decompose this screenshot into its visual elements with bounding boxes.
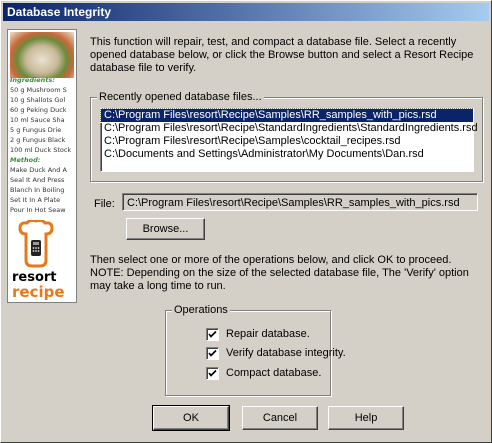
browse-button[interactable]: Browse... — [126, 218, 205, 240]
ingredient-line: 2 g Fungus Black — [10, 136, 66, 144]
ok-button-label: OK — [183, 412, 199, 424]
ingredient-line: 10 ml Sauce Sha — [10, 116, 65, 124]
list-item[interactable]: C:\Documents and Settings\Administrator\… — [101, 148, 473, 161]
title-bar[interactable]: Database Integrity — [3, 3, 489, 21]
file-label: File: — [94, 198, 115, 210]
verify-label: Verify database integrity. — [226, 347, 346, 359]
cancel-button[interactable]: Cancel — [242, 406, 318, 430]
list-item[interactable]: C:\Program Files\resort\Recipe\StandardI… — [101, 122, 478, 135]
brand-recipe: recipe — [12, 283, 65, 301]
list-item[interactable]: C:\Program Files\resort\Recipe\Samples\R… — [100, 108, 474, 123]
recent-files-label: Recently opened database files... — [97, 91, 264, 103]
cancel-button-label: Cancel — [262, 412, 298, 424]
method-heading: Method: — [10, 156, 41, 164]
compact-label: Compact database. — [226, 367, 322, 379]
ok-button[interactable]: OK — [152, 405, 230, 431]
method-line: Seal It And Press — [10, 176, 65, 184]
sidebar-recipe-image: Ingredients: 50 g Mushroom S 10 g Shallo… — [7, 29, 77, 303]
method-line: Set It In A Plate — [10, 196, 61, 204]
ingredient-line: 10 g Shallots Gol — [10, 96, 66, 104]
window-title: Database Integrity — [7, 5, 112, 19]
operations-label: Operations — [172, 304, 230, 316]
help-button[interactable]: Help — [328, 406, 404, 430]
ingredients-heading: Ingredients: — [10, 76, 55, 84]
recent-files-list[interactable]: C:\Program Files\resort\Recipe\Samples\R… — [100, 108, 478, 172]
verify-checkbox[interactable] — [206, 347, 219, 360]
ingredient-line: 100 ml Duck Stock — [10, 146, 72, 154]
file-path-field[interactable]: C:\Program Files\resort\Recipe\Samples\R… — [122, 193, 478, 211]
method-line: Pour In Hot Seaw — [10, 206, 66, 214]
method-line: Blanch In Boiling — [10, 186, 65, 194]
checkmark-icon — [208, 330, 217, 338]
repair-label: Repair database. — [226, 328, 310, 340]
checkmark-icon — [208, 349, 217, 357]
database-integrity-dialog: Database Integrity Ingredients: 50 g Mus… — [0, 0, 492, 443]
ingredient-line: 60 g Peking Duck — [10, 106, 67, 114]
method-line: Make Duck And A — [10, 166, 67, 174]
checkmark-icon — [208, 369, 217, 377]
browse-button-label: Browse... — [142, 223, 189, 235]
note-text: Then select one or more of the operation… — [90, 254, 469, 292]
repair-checkbox[interactable] — [206, 328, 219, 341]
help-button-label: Help — [354, 412, 378, 424]
chef-hat-icon — [18, 220, 54, 268]
ingredient-line: 50 g Mushroom S — [10, 86, 67, 94]
food-photo — [10, 32, 74, 78]
list-item[interactable]: C:\Program Files\resort\Recipe\Samples\c… — [101, 135, 473, 148]
ingredient-line: 5 g Fungus Drie — [10, 126, 62, 134]
compact-checkbox[interactable] — [206, 367, 219, 380]
intro-text: This function will repair, test, and com… — [90, 36, 474, 74]
